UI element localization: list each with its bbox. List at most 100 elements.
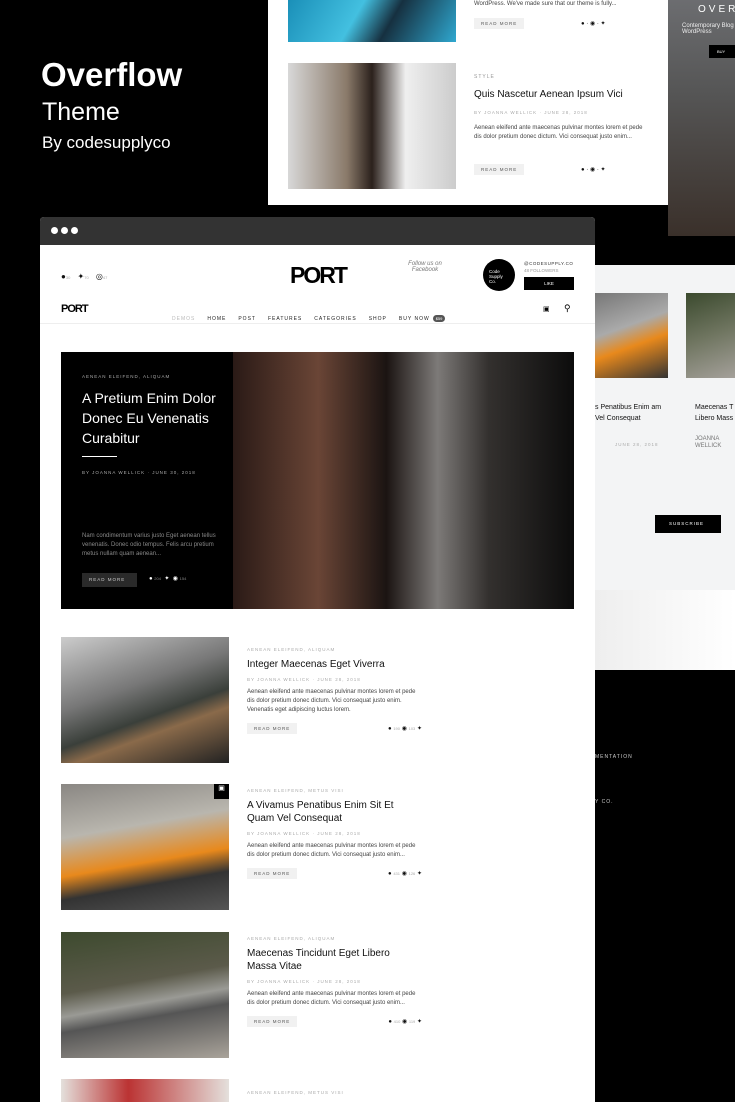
post-item: AENEAN ELEIFEND, METUS VISI A Vivamus Pe… xyxy=(247,788,422,879)
post-image xyxy=(288,0,456,42)
post-date: JUNE 28, 2018 xyxy=(317,979,361,984)
post-category: AENEAN ELEIFEND, METUS VISI xyxy=(247,1090,344,1095)
facebook-icon[interactable]: ● xyxy=(388,726,392,732)
hero-share: ● 204 ✦ ◉ 154 xyxy=(149,576,187,582)
post-image[interactable]: ▣ xyxy=(61,784,229,910)
share-icons: ● · ◉ · ✦ xyxy=(581,167,606,173)
post-image[interactable] xyxy=(61,1079,229,1102)
twitter-icon[interactable]: ✦ xyxy=(417,871,422,877)
header-social: ●30 ✦70 ◎47 xyxy=(61,272,108,281)
follow-text: Follow us on Facebook xyxy=(408,261,442,273)
card-image xyxy=(595,293,668,378)
buy-button[interactable]: BUY xyxy=(709,45,735,58)
search-icon[interactable]: ⚲ xyxy=(564,303,571,314)
post-title[interactable]: A Vivamus Penatibus Enim Sit Et Quam Vel… xyxy=(247,799,422,825)
post-category: STYLE xyxy=(474,74,495,80)
read-more-button[interactable]: READ MORE xyxy=(474,18,525,29)
nav-features[interactable]: FEATURES xyxy=(268,316,302,322)
instagram-icon[interactable]: ◎ xyxy=(96,272,103,281)
window-titlebar xyxy=(40,217,595,245)
facebook-icon[interactable]: ● xyxy=(149,576,153,582)
share-icons: ● 410 ◉ 119 ✦ xyxy=(388,1019,422,1025)
share-icons: ● · ◉ · ✦ xyxy=(581,21,606,27)
post-item: AENEAN ELEIFEND, ALIQUAM Maecenas Tincid… xyxy=(247,936,422,1027)
facebook-icon[interactable]: ● xyxy=(388,871,392,877)
post-item: AENEAN ELEIFEND, ALIQUAM Integer Maecena… xyxy=(247,647,422,734)
card-title[interactable]: s Penatibus Enim am Vel Consequat xyxy=(595,402,665,424)
brand-author: By codesupplyco xyxy=(42,133,171,152)
hero-author: BY JOANNA WELLICK xyxy=(82,470,146,475)
share-icons: ● 431 ◉ 126 ✦ xyxy=(388,871,422,877)
footer-image xyxy=(595,590,735,675)
post-date: JUNE 28, 2018 xyxy=(317,677,361,682)
post-title[interactable]: Maecenas Tincidunt Eget Libero Massa Vit… xyxy=(247,947,422,973)
nav-buy-now[interactable]: BUY NOW xyxy=(399,316,430,322)
hero-post[interactable]: AENEAN ELEIFEND, ALIQUAM A Pretium Enim … xyxy=(61,352,574,609)
post-category: AENEAN ELEIFEND, METUS VISI xyxy=(247,788,344,793)
share-icons: ● 190 ◉ 103 ✦ xyxy=(388,726,422,732)
post-image xyxy=(288,63,456,189)
twitter-icon[interactable]: ✦ xyxy=(417,726,422,732)
pinterest-icon[interactable]: ◉ xyxy=(402,726,407,732)
post-author: BY JOANNA WELLICK xyxy=(247,979,311,984)
side-banner: OVER Contemporary Blog WordPress BUY xyxy=(668,0,735,236)
hero-divider xyxy=(82,456,117,457)
card-image xyxy=(686,293,735,378)
pinterest-icon[interactable]: ◉ xyxy=(402,871,407,877)
card-author: JOANNA WELLICK xyxy=(695,436,722,449)
nav-home[interactable]: HOME xyxy=(207,316,226,322)
price-badge: $59 xyxy=(432,315,446,322)
brand-title: Overflow xyxy=(41,56,183,93)
nav-post[interactable]: POST xyxy=(238,316,256,322)
fb-followers: 48 FOLLOWERS xyxy=(524,268,559,273)
post-date: JUNE 28, 2018 xyxy=(317,831,361,836)
window-dot-icon xyxy=(51,227,58,234)
window-dot-icon xyxy=(71,227,78,234)
read-more-button[interactable]: READ MORE xyxy=(474,164,525,175)
post-title[interactable]: Quis Nascetur Aenean Ipsum Vici xyxy=(474,89,623,100)
post-excerpt: Aenean eleifend ante maecenas pulvinar m… xyxy=(474,125,643,140)
window-dot-icon xyxy=(61,227,68,234)
facebook-icon[interactable]: ● xyxy=(388,1019,392,1025)
fb-handle: @CODESUPPLY.CO xyxy=(524,261,574,266)
nav-shop[interactable]: SHOP xyxy=(369,316,387,322)
nav-categories[interactable]: CATEGORIES xyxy=(314,316,356,322)
hero-read-more-button[interactable]: READ MORE xyxy=(82,573,137,587)
post-image[interactable] xyxy=(61,637,229,763)
post-date: JUNE 28, 2018 xyxy=(544,110,588,115)
site-logo[interactable]: PORT xyxy=(290,262,348,289)
nav-demos[interactable]: DEMOS xyxy=(172,316,195,322)
read-more-button[interactable]: READ MORE xyxy=(247,1016,298,1027)
hero-date: JUNE 30, 2018 xyxy=(152,470,196,475)
post-category: AENEAN ELEIFEND, ALIQUAM xyxy=(247,647,336,652)
subscribe-button[interactable]: SUBSCRIBE xyxy=(655,515,721,533)
fb-badge: Code Supply Co. xyxy=(483,259,515,291)
like-button[interactable]: LIKE xyxy=(524,277,574,290)
pinterest-icon[interactable]: ◉ xyxy=(402,1019,407,1025)
footer xyxy=(595,670,735,835)
pinterest-icon[interactable]: ◉ xyxy=(173,576,178,582)
gallery-icon: ▣ xyxy=(214,784,229,799)
read-more-button[interactable]: READ MORE xyxy=(247,868,298,879)
read-more-button[interactable]: READ MORE xyxy=(247,723,298,734)
twitter-icon[interactable]: ✦ xyxy=(417,1019,422,1025)
post-author: BY JOANNA WELLICK xyxy=(474,110,538,115)
footer-link[interactable]: MENTATION xyxy=(595,754,633,760)
browser-window: ●30 ✦70 ◎47 PORT Follow us on Facebook C… xyxy=(40,217,595,1102)
post-author: BY JOANNA WELLICK xyxy=(247,677,311,682)
card-title[interactable]: Maecenas T Libero Mass xyxy=(695,402,735,426)
brand-subtitle: Theme xyxy=(42,98,120,126)
card-date: JUNE 28, 2018 xyxy=(615,442,659,447)
post-title[interactable]: Integer Maecenas Eget Viverra xyxy=(247,658,422,671)
cart-icon[interactable]: ▣ xyxy=(543,305,550,313)
hero-title[interactable]: A Pretium Enim Dolor Donec Eu Venenatis … xyxy=(82,388,217,448)
nav-logo[interactable]: PORT xyxy=(61,303,89,315)
post-image[interactable] xyxy=(61,932,229,1058)
post-excerpt: Aenean eleifend ante maecenas pulvinar m… xyxy=(247,991,416,1006)
hero-category: AENEAN ELEIFEND, ALIQUAM xyxy=(82,374,171,379)
nav-divider xyxy=(40,323,595,324)
hero-image xyxy=(233,352,574,609)
footer-link[interactable]: Y CO. xyxy=(595,799,614,805)
hero-excerpt: Nam condimentum varius justo Eget aenean… xyxy=(82,533,216,557)
twitter-icon[interactable]: ✦ xyxy=(164,576,169,582)
